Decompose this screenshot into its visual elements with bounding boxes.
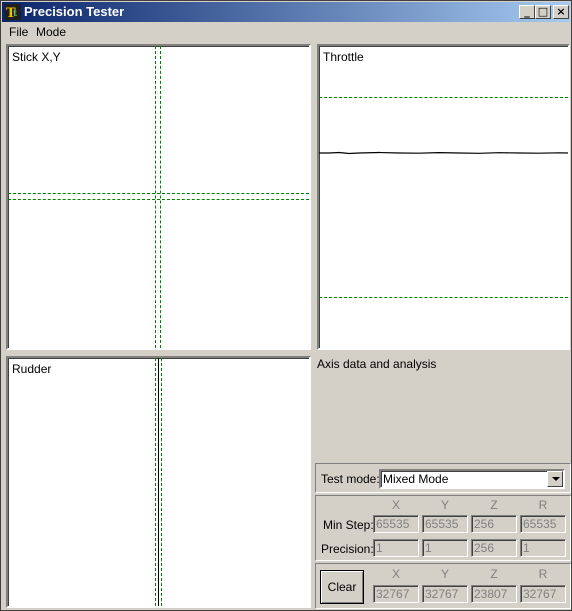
throttle-label: Throttle [323, 50, 364, 64]
min-step-y: 65535 [422, 515, 468, 533]
test-mode-label: Test mode: [321, 472, 380, 486]
min-step-r: 65535 [520, 515, 566, 533]
min-step-z: 256 [471, 515, 517, 533]
test-mode-value: Mixed Mode [383, 472, 449, 486]
stick-y-guide-top [8, 193, 309, 194]
analysis-area: Axis data and analysis [315, 353, 571, 461]
throttle-upper-guide [319, 97, 568, 98]
analysis-label: Axis data and analysis [317, 357, 437, 371]
menu-mode[interactable]: Mode [36, 25, 66, 39]
precision-label: Precision: [321, 542, 374, 556]
stick-y-guide-bottom [8, 199, 309, 200]
rudder-guide-right [161, 358, 162, 606]
minimize-button[interactable]: _ [519, 5, 535, 19]
rudder-guide-left [155, 358, 156, 606]
stick-label: Stick X,Y [12, 50, 61, 64]
chevron-down-icon[interactable] [547, 471, 563, 487]
min-step-x: 65535 [373, 515, 419, 533]
stick-x-guide-right [160, 46, 161, 348]
throttle-lower-guide [319, 297, 568, 298]
app-window: T t Precision Tester _ □ × File Mode Sti… [0, 0, 572, 611]
current-r: 32767 [520, 585, 566, 603]
current-col-y: Y [440, 567, 449, 581]
precision-r: 1 [520, 539, 566, 557]
stick-panel[interactable]: Stick X,Y [6, 44, 311, 350]
stick-x-guide-left [155, 46, 156, 348]
menu-bar: File Mode [2, 23, 570, 41]
current-z: 23807 [471, 585, 517, 603]
stats-col-x: X [391, 498, 400, 512]
app-icon: T t [5, 4, 21, 20]
current-col-z: Z [490, 567, 498, 581]
clear-button[interactable]: Clear [320, 570, 364, 604]
title-bar[interactable]: T t Precision Tester _ □ × [2, 2, 570, 22]
rudder-panel[interactable]: Rudder [6, 356, 311, 608]
window-title: Precision Tester [24, 4, 125, 19]
precision-z: 256 [471, 539, 517, 557]
close-button[interactable]: × [553, 5, 569, 19]
stats-col-r: R [538, 498, 548, 512]
rudder-trace [158, 358, 159, 606]
rudder-label: Rudder [12, 362, 52, 376]
min-step-label: Min Step: [323, 518, 374, 532]
current-col-r: R [538, 567, 548, 581]
throttle-panel[interactable]: Throttle [317, 44, 570, 350]
precision-y: 1 [422, 539, 468, 557]
precision-x: 1 [373, 539, 419, 557]
current-col-x: X [391, 567, 400, 581]
throttle-trace [319, 151, 568, 155]
test-mode-select[interactable]: Mixed Mode [379, 469, 565, 489]
current-y: 32767 [422, 585, 468, 603]
maximize-button[interactable]: □ [535, 5, 551, 19]
stats-col-z: Z [490, 498, 498, 512]
current-x: 32767 [373, 585, 419, 603]
menu-file[interactable]: File [9, 25, 28, 39]
stats-col-y: Y [440, 498, 449, 512]
